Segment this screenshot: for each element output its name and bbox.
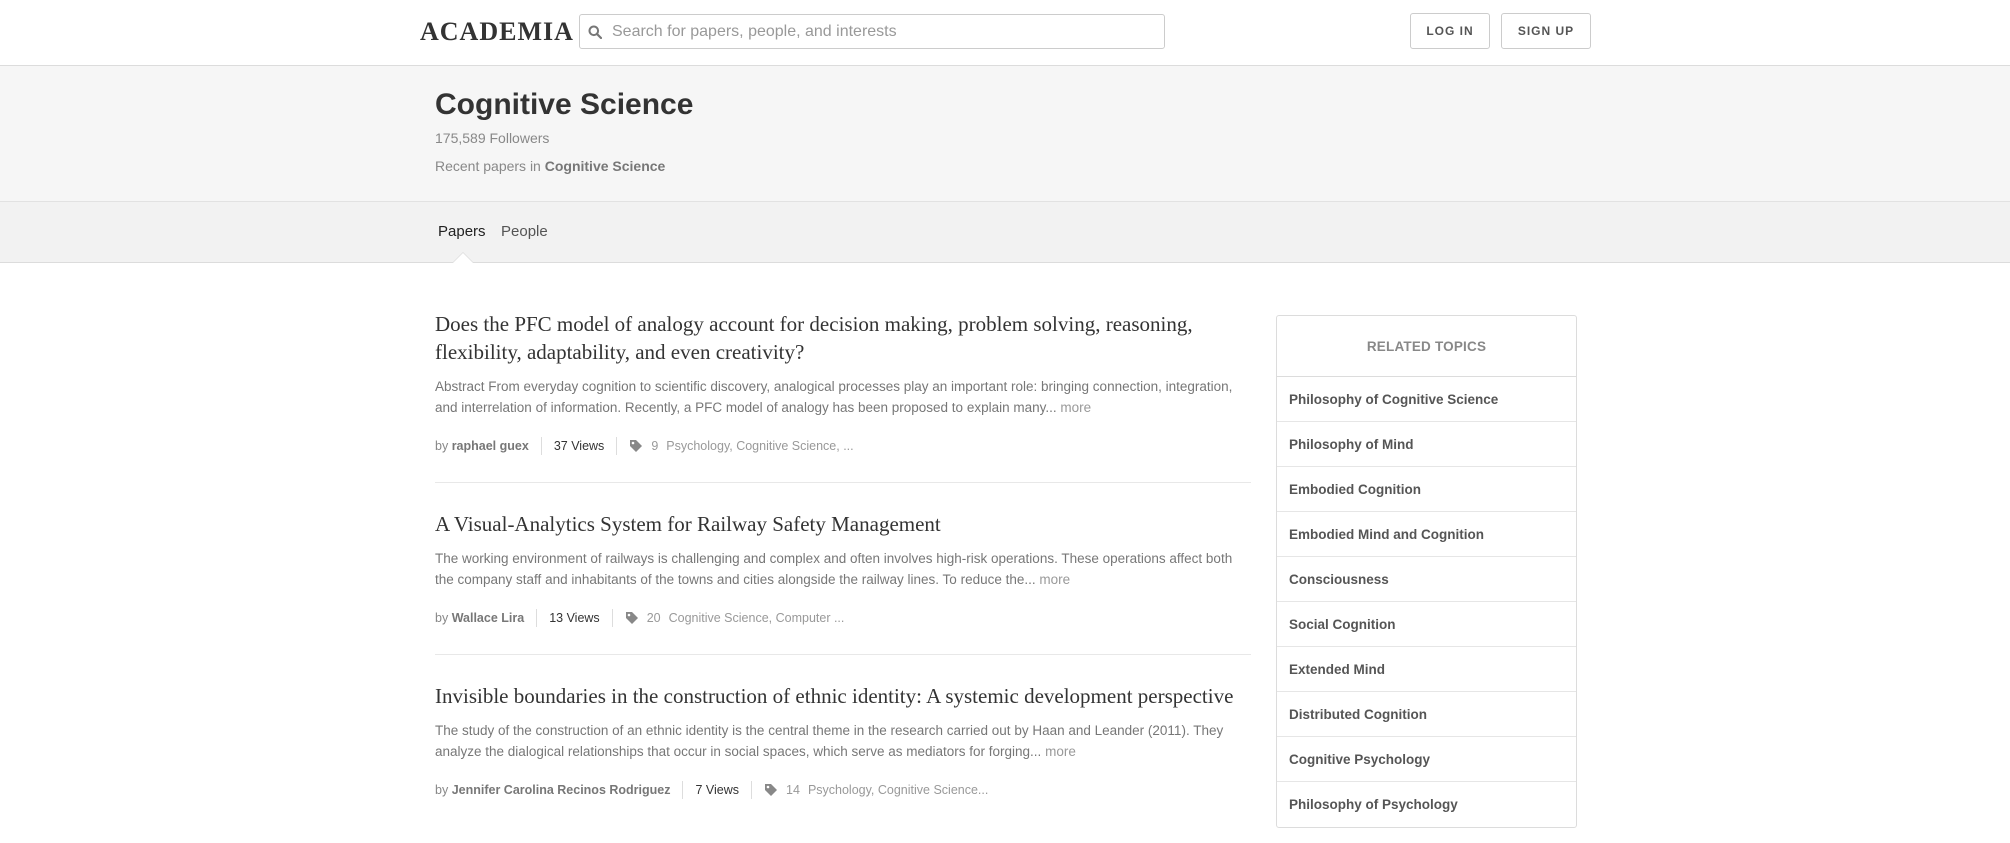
tag-icon [629, 439, 643, 453]
more-link[interactable]: more [1045, 744, 1076, 759]
search-icon [580, 25, 610, 39]
tab-bar: Papers People [0, 202, 2010, 263]
recent-papers-caption: Recent papers in Cognitive Science [435, 158, 665, 174]
meta-divider [611, 609, 613, 627]
by-label: by [435, 611, 452, 625]
meta-divider [536, 609, 538, 627]
related-topic-link[interactable]: Social Cognition [1277, 602, 1576, 647]
related-topics-heading: RELATED TOPICS [1277, 316, 1576, 377]
related-topic-link[interactable]: Philosophy of Psychology [1277, 782, 1576, 827]
author-link[interactable]: Wallace Lira [452, 611, 525, 625]
paper-abstract: The study of the construction of an ethn… [435, 720, 1251, 762]
tag-icon [625, 611, 639, 625]
abstract-text: The working environment of railways is c… [435, 551, 1233, 587]
view-count: 13 Views [549, 611, 600, 625]
by-label: by [435, 783, 452, 797]
related-topic-link[interactable]: Embodied Cognition [1277, 467, 1576, 512]
author-link[interactable]: raphael guex [452, 439, 529, 453]
tag-list[interactable]: Psychology, Cognitive Science, ... [666, 439, 853, 453]
paper-abstract: Abstract From everyday cognition to scie… [435, 376, 1251, 418]
related-topic-link[interactable]: Extended Mind [1277, 647, 1576, 692]
paper-item: Does the PFC model of analogy account fo… [435, 310, 1251, 456]
author-link[interactable]: Jennifer Carolina Recinos Rodriguez [452, 783, 671, 797]
tab-papers[interactable]: Papers [438, 223, 486, 240]
tag-count[interactable]: 20 [647, 611, 661, 625]
paper-author: by raphael guex [435, 439, 529, 453]
related-topic-link[interactable]: Embodied Mind and Cognition [1277, 512, 1576, 557]
tag-count[interactable]: 9 [651, 439, 658, 453]
search-box[interactable] [579, 14, 1165, 49]
related-topic-link[interactable]: Consciousness [1277, 557, 1576, 602]
paper-title-link[interactable]: A Visual-Analytics System for Railway Sa… [435, 510, 1251, 538]
paper-author: by Wallace Lira [435, 611, 524, 625]
topic-header: Cognitive Science 175,589 Followers Rece… [0, 66, 2010, 202]
tag-icon [764, 783, 778, 797]
followers-count: 175,589 Followers [435, 130, 550, 146]
signup-button[interactable]: SIGN UP [1501, 13, 1591, 49]
paper-divider [435, 654, 1251, 655]
meta-divider [682, 781, 684, 799]
page-title: Cognitive Science [435, 88, 694, 121]
tag-list[interactable]: Psychology, Cognitive Science... [808, 783, 988, 797]
paper-item: A Visual-Analytics System for Railway Sa… [435, 510, 1251, 628]
paper-title-link[interactable]: Does the PFC model of analogy account fo… [435, 310, 1251, 366]
related-topic-link[interactable]: Philosophy of Mind [1277, 422, 1576, 467]
paper-meta: by raphael guex 37 Views 9 Psychology, C… [435, 436, 1251, 456]
top-navigation-bar: ACADEMIA LOG IN SIGN UP [0, 0, 2010, 66]
related-topic-link[interactable]: Distributed Cognition [1277, 692, 1576, 737]
paper-meta: by Wallace Lira 13 Views 20 Cognitive Sc… [435, 608, 1251, 628]
login-button[interactable]: LOG IN [1410, 13, 1490, 49]
abstract-text: Abstract From everyday cognition to scie… [435, 379, 1233, 415]
by-label: by [435, 439, 452, 453]
recent-prefix: Recent papers in [435, 158, 545, 174]
recent-topic-link[interactable]: Cognitive Science [545, 158, 666, 174]
papers-list: Does the PFC model of analogy account fo… [435, 310, 1251, 800]
more-link[interactable]: more [1060, 400, 1091, 415]
related-topics-panel: RELATED TOPICS Philosophy of Cognitive S… [1276, 315, 1577, 828]
academia-logo[interactable]: ACADEMIA [420, 17, 574, 47]
view-count: 37 Views [553, 439, 605, 453]
meta-divider [751, 781, 753, 799]
view-count: 7 Views [695, 783, 740, 797]
abstract-text: The study of the construction of an ethn… [435, 723, 1224, 759]
paper-item: Invisible boundaries in the construction… [435, 682, 1251, 800]
search-input[interactable] [610, 16, 1164, 47]
paper-divider [435, 482, 1251, 483]
related-topic-link[interactable]: Philosophy of Cognitive Science [1277, 377, 1576, 422]
active-tab-indicator [452, 252, 474, 263]
more-link[interactable]: more [1039, 572, 1070, 587]
tab-people[interactable]: People [501, 223, 548, 240]
meta-divider [616, 437, 618, 455]
meta-divider [540, 437, 542, 455]
tag-count[interactable]: 14 [786, 783, 800, 797]
related-topic-link[interactable]: Cognitive Psychology [1277, 737, 1576, 782]
tag-list[interactable]: Cognitive Science, Computer ... [669, 611, 845, 625]
paper-abstract: The working environment of railways is c… [435, 548, 1251, 590]
paper-title-link[interactable]: Invisible boundaries in the construction… [435, 682, 1251, 710]
paper-meta: by Jennifer Carolina Recinos Rodriguez 7… [435, 780, 1251, 800]
paper-author: by Jennifer Carolina Recinos Rodriguez [435, 783, 670, 797]
